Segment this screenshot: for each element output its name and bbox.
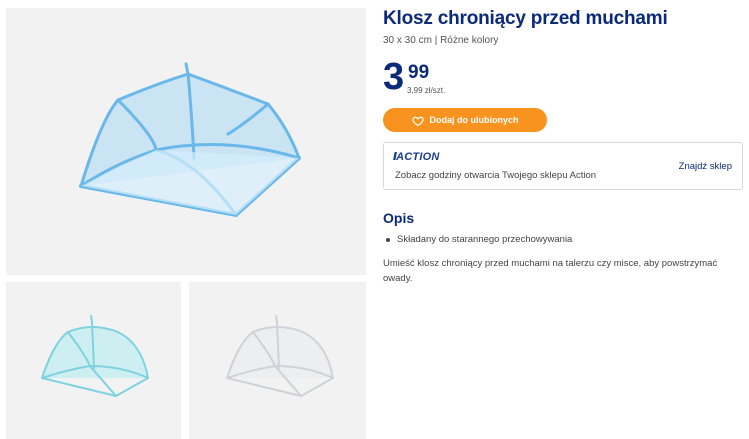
product-title: Klosz chroniący przed muchami [383, 8, 668, 29]
unit-price: 3,99 zł/szt. [407, 86, 446, 95]
description-bullets: Składany do starannego przechowywania [384, 234, 572, 245]
price-decimal: 99 [408, 62, 430, 83]
product-subtitle: 30 x 30 cm | Różne kolory [383, 35, 499, 46]
product-thumbnail-grey[interactable] [189, 282, 366, 439]
description-heading: Opis [383, 210, 415, 226]
add-to-favorites-label: Dodaj do ulubionych [429, 115, 519, 125]
add-to-favorites-button[interactable]: Dodaj do ulubionych [383, 108, 547, 132]
store-hours-text: Zobacz godziny otwarcia Twojego sklepu A… [395, 170, 597, 181]
product-main-image[interactable] [6, 8, 366, 275]
heart-icon [411, 114, 424, 127]
description-bullet-item: Składany do starannego przechowywania [384, 234, 572, 245]
action-logo: //ACTION [393, 151, 440, 163]
price-integer: 3 [383, 56, 405, 98]
product-thumbnail-turquoise[interactable] [6, 282, 181, 439]
store-info-panel: //ACTION Zobacz godziny otwarcia Twojego… [383, 142, 743, 190]
find-store-link[interactable]: Znajdź sklep [679, 161, 732, 172]
description-text: Umieść klosz chroniący przed muchami na … [383, 258, 718, 284]
